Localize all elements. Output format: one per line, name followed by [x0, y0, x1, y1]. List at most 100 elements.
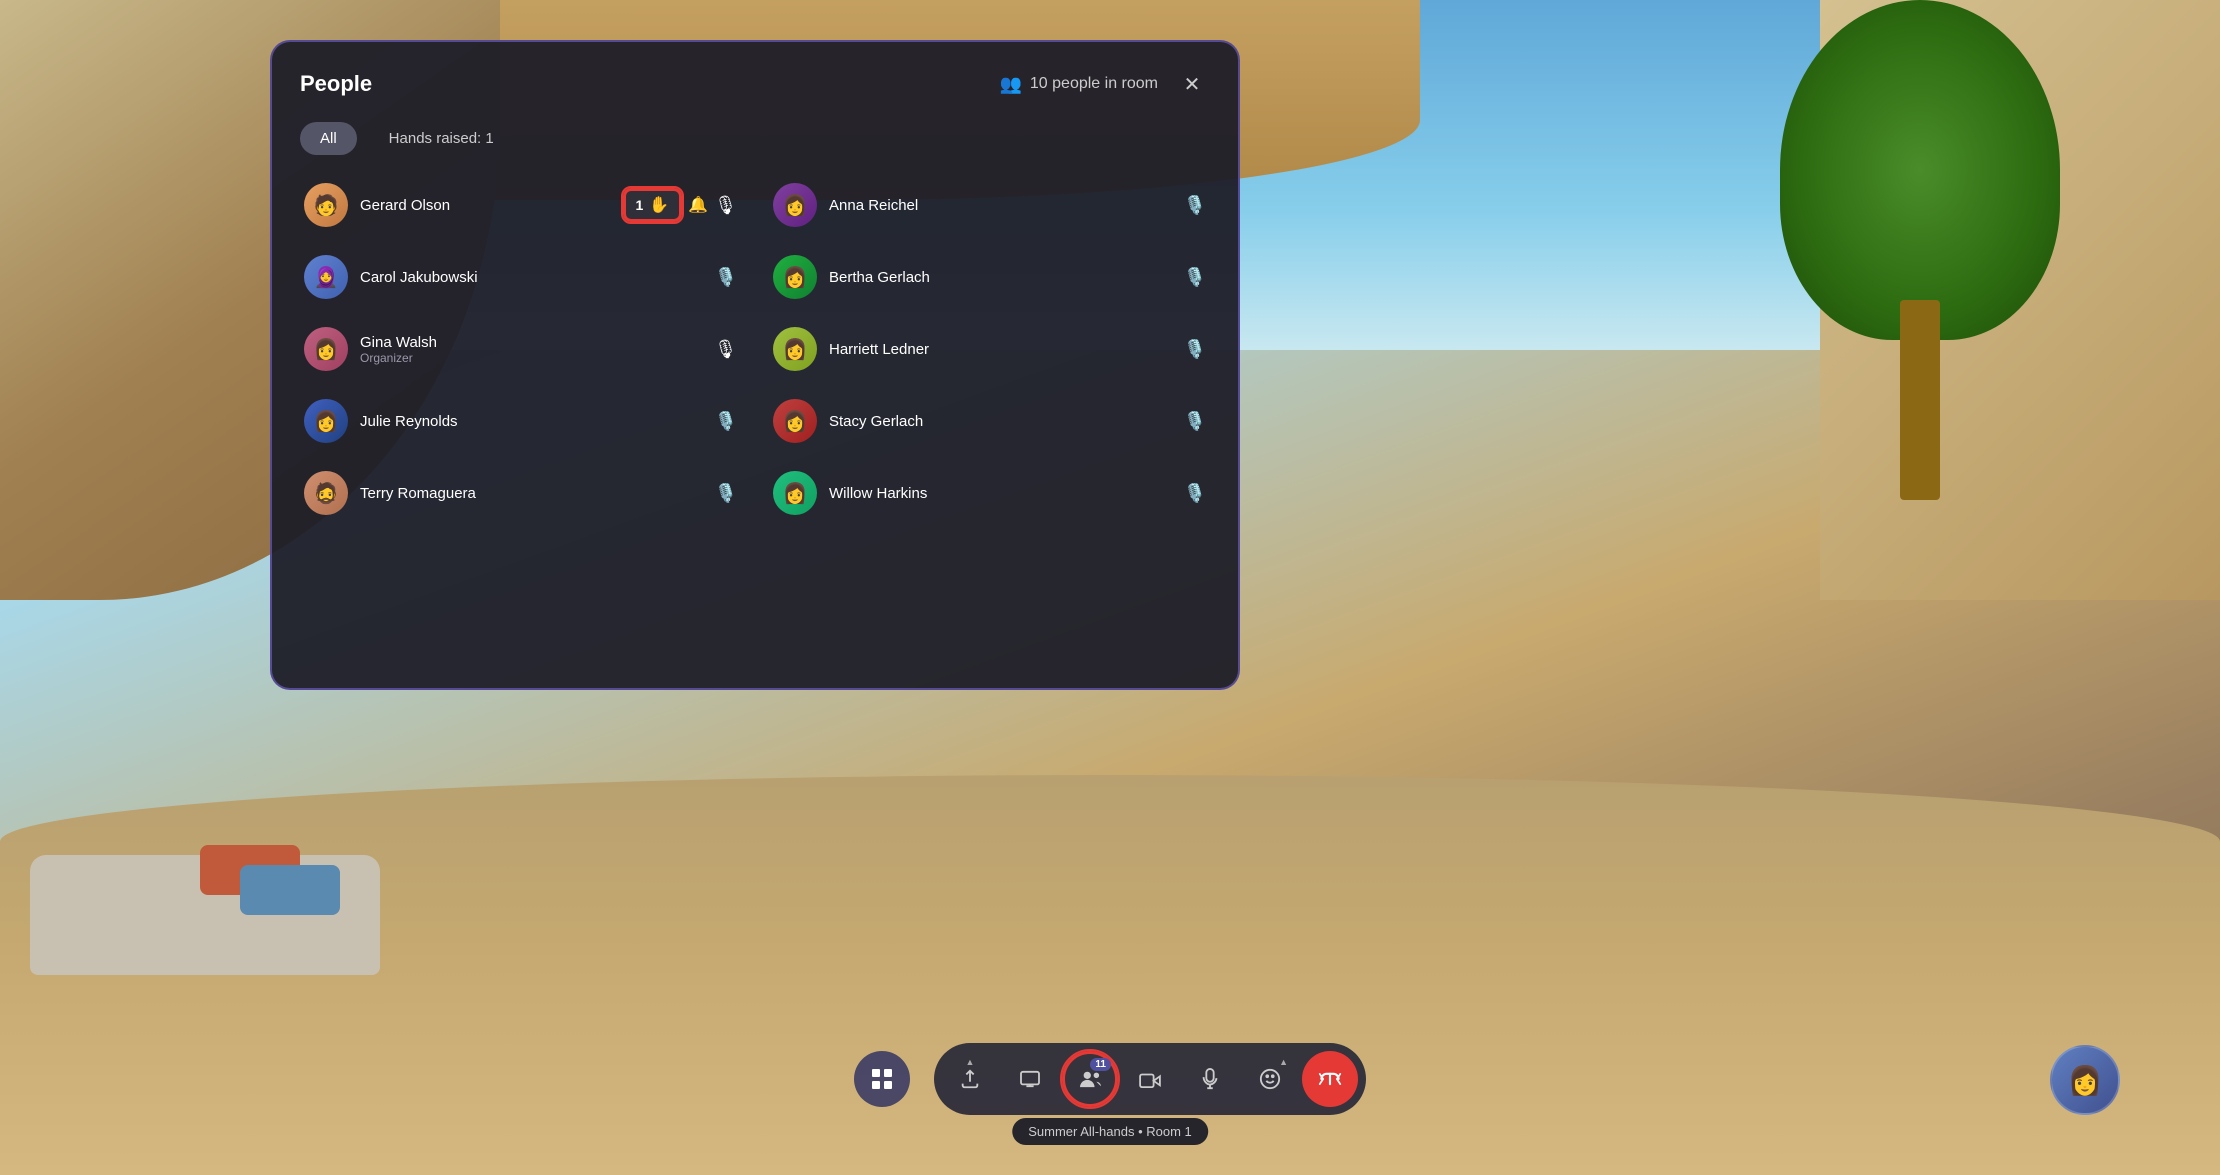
avatar-anna-reichel: 👩 — [773, 183, 817, 227]
person-info-gerard: Gerard Olson — [360, 197, 611, 214]
emoji-icon — [1259, 1068, 1281, 1090]
person-controls-stacy: 🎙️ — [1184, 411, 1206, 432]
mic-icon — [1202, 1068, 1218, 1090]
person-info-bertha: Bertha Gerlach — [829, 269, 1172, 286]
up-arrow-reaction: ▲ — [1279, 1057, 1288, 1067]
avatar-terry-romaguera: 🧔 — [304, 471, 348, 515]
close-button[interactable]: ✕ — [1174, 66, 1210, 102]
people-count-badge: 11 — [1090, 1058, 1111, 1071]
person-row[interactable]: 🧔 Terry Romaguera 🎙️ — [288, 459, 753, 527]
person-controls-gina: 🎙 — [714, 339, 737, 360]
person-role-gina: Organizer — [360, 351, 702, 365]
avatar-harriett-ledner: 👩 — [773, 327, 817, 371]
people-button[interactable]: 11 — [1062, 1051, 1118, 1107]
person-name-gerard: Gerard Olson — [360, 197, 611, 214]
tree-canopy — [1780, 0, 2060, 340]
share-icon — [959, 1068, 981, 1090]
person-row[interactable]: 👩 Anna Reichel 🎙️ — [757, 171, 1222, 239]
hand-raised-box: 1 ✋ — [623, 188, 683, 222]
person-controls-harriett: 🎙️ — [1184, 339, 1206, 360]
people-panel: People 👥 10 people in room ✕ All Hands r… — [270, 40, 1240, 690]
people-icon — [1078, 1069, 1102, 1089]
apps-button[interactable] — [854, 1051, 910, 1107]
person-name-stacy: Stacy Gerlach — [829, 413, 1172, 430]
tree — [1770, 0, 2070, 500]
person-row[interactable]: 👩 Stacy Gerlach 🎙️ — [757, 387, 1222, 455]
person-controls-gerard: 1 ✋ 🔔 🎙 — [623, 188, 738, 222]
people-count-icon: 👥 — [999, 74, 1021, 95]
camera-button[interactable] — [1122, 1051, 1178, 1107]
panel-header-right: 👥 10 people in room ✕ — [999, 66, 1210, 102]
person-row[interactable]: 👩 Gina Walsh Organizer 🎙 — [288, 315, 753, 383]
hand-count: 1 — [636, 197, 644, 213]
camera-icon — [1139, 1070, 1161, 1088]
panel-header: People 👥 10 people in room ✕ — [272, 42, 1238, 114]
mic-button[interactable] — [1182, 1051, 1238, 1107]
person-name-bertha: Bertha Gerlach — [829, 269, 1172, 286]
person-info-julie: Julie Reynolds — [360, 413, 703, 430]
mic-muted-icon: 🎙️ — [1184, 339, 1206, 360]
people-grid: 🧑 Gerard Olson 1 ✋ 🔔 🎙 👩 Anna Reich — [288, 171, 1222, 527]
people-count-label: 10 people in room — [1030, 75, 1158, 93]
present-button[interactable] — [1002, 1051, 1058, 1107]
avatar-carol-jakubowski: 🧕 — [304, 255, 348, 299]
person-name-gina: Gina Walsh — [360, 334, 702, 351]
reaction-button[interactable]: ▲ — [1242, 1051, 1298, 1107]
present-icon — [1019, 1070, 1041, 1088]
person-row[interactable]: 🧑 Gerard Olson 1 ✋ 🔔 🎙 — [288, 171, 753, 239]
bottom-toolbar: ▲ 11 — [854, 1043, 1366, 1115]
person-row[interactable]: 👩 Bertha Gerlach 🎙️ — [757, 243, 1222, 311]
avatar-gerard-olson: 🧑 — [304, 183, 348, 227]
mic-muted-icon: 🎙️ — [1184, 483, 1206, 504]
person-name-carol: Carol Jakubowski — [360, 269, 703, 286]
panel-title: People — [300, 71, 372, 97]
mic-active-icon: 🎙 — [714, 339, 737, 360]
leave-button[interactable] — [1302, 1051, 1358, 1107]
bell-icon: 🔔 — [688, 195, 708, 215]
person-info-carol: Carol Jakubowski — [360, 269, 703, 286]
mic-muted-icon: 🎙️ — [715, 267, 737, 288]
person-controls-terry: 🎙️ — [715, 483, 737, 504]
person-info-harriett: Harriett Ledner — [829, 341, 1172, 358]
people-count-badge: 👥 10 people in room — [999, 74, 1158, 95]
person-info-anna: Anna Reichel — [829, 197, 1172, 214]
people-list: 🧑 Gerard Olson 1 ✋ 🔔 🎙 👩 Anna Reich — [272, 171, 1238, 688]
tab-hands-raised[interactable]: Hands raised: 1 — [369, 122, 514, 155]
cushion-blue — [240, 865, 340, 915]
mic-active-icon: 🎙 — [714, 195, 737, 216]
avatar-stacy-gerlach: 👩 — [773, 399, 817, 443]
person-controls-willow: 🎙️ — [1184, 483, 1206, 504]
avatar-willow-harkins: 👩 — [773, 471, 817, 515]
tree-trunk — [1900, 300, 1940, 500]
avatar-julie-reynolds: 👩 — [304, 399, 348, 443]
person-controls-bertha: 🎙️ — [1184, 267, 1206, 288]
self-avatar-emoji: 👩 — [2068, 1064, 2103, 1097]
person-row[interactable]: 👩 Julie Reynolds 🎙️ — [288, 387, 753, 455]
person-info-terry: Terry Romaguera — [360, 485, 703, 502]
self-avatar[interactable]: 👩 — [2050, 1045, 2120, 1115]
tooltip-bar: Summer All-hands • Room 1 — [1012, 1118, 1208, 1145]
person-info-stacy: Stacy Gerlach — [829, 413, 1172, 430]
person-name-harriett: Harriett Ledner — [829, 341, 1172, 358]
person-name-anna: Anna Reichel — [829, 197, 1172, 214]
person-row[interactable]: 🧕 Carol Jakubowski 🎙️ — [288, 243, 753, 311]
avatar-gina-walsh: 👩 — [304, 327, 348, 371]
person-name-julie: Julie Reynolds — [360, 413, 703, 430]
share-button[interactable]: ▲ — [942, 1051, 998, 1107]
person-row[interactable]: 👩 Harriett Ledner 🎙️ — [757, 315, 1222, 383]
tooltip-text: Summer All-hands • Room 1 — [1028, 1124, 1192, 1139]
person-info-gina: Gina Walsh Organizer — [360, 334, 702, 365]
tab-all[interactable]: All — [300, 122, 357, 155]
filter-tabs: All Hands raised: 1 — [272, 114, 1238, 171]
mic-muted-icon: 🎙️ — [715, 483, 737, 504]
mic-muted-icon: 🎙️ — [1184, 411, 1206, 432]
person-controls-julie: 🎙️ — [715, 411, 737, 432]
mic-muted-icon: 🎙️ — [1184, 195, 1206, 216]
mic-muted-icon: 🎙️ — [715, 411, 737, 432]
person-row[interactable]: 👩 Willow Harkins 🎙️ — [757, 459, 1222, 527]
up-arrow-share: ▲ — [966, 1057, 975, 1067]
grid-icon — [871, 1068, 893, 1090]
mic-muted-icon: 🎙️ — [1184, 267, 1206, 288]
toolbar-pill: ▲ 11 — [934, 1043, 1366, 1115]
person-info-willow: Willow Harkins — [829, 485, 1172, 502]
